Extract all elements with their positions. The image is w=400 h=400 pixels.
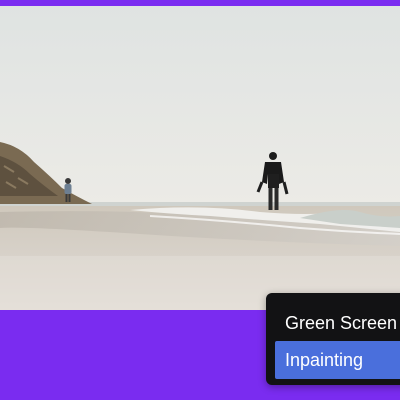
menu-item-label: Green Screen [285,312,398,333]
menu-item-green-screen[interactable]: Green Screen [275,304,400,342]
beach-scene-image [0,6,400,310]
video-preview[interactable] [0,6,400,310]
effects-menu: Green Screen Inpainting [266,293,400,385]
menu-item-label: Inpainting [285,349,364,370]
menu-item-inpainting[interactable]: Inpainting [275,341,400,379]
app-stage: Green Screen Inpainting [0,0,400,400]
